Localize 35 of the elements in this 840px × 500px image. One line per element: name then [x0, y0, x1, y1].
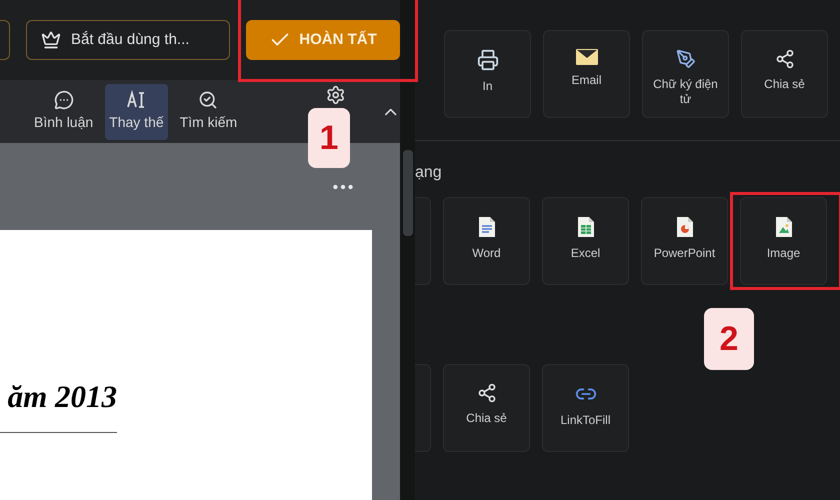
image-file-icon: [774, 216, 792, 238]
envelope-icon: [576, 49, 598, 65]
action-tile[interactable]: LinkToFill: [542, 364, 629, 452]
toolbar-button[interactable]: Bình luận: [30, 84, 98, 140]
button-edge: [0, 20, 10, 60]
action-tile[interactable]: Chia sẻ: [741, 30, 828, 118]
slides-file-icon: [676, 216, 694, 238]
spreadsheet-file-icon: [576, 216, 594, 238]
trial-button[interactable]: Bắt đầu dùng th...: [26, 20, 230, 60]
action-tile[interactable]: PowerPoint: [641, 197, 728, 285]
share-icon: [774, 49, 794, 69]
action-tile[interactable]: Word: [443, 197, 530, 285]
settings-icon[interactable]: [325, 84, 347, 104]
share-icon: [476, 383, 496, 403]
action-tile[interactable]: Chia sẻ: [443, 364, 530, 452]
pen-icon: [676, 49, 696, 69]
search-icon: [198, 90, 218, 110]
word-file-icon: [478, 216, 496, 238]
step-badge: 1: [308, 108, 350, 168]
scrollbar[interactable]: [400, 0, 415, 500]
crown-icon: [41, 30, 61, 50]
action-tile[interactable]: Email: [543, 30, 630, 118]
section-heading: ạng: [415, 163, 443, 183]
action-tile[interactable]: In: [444, 30, 531, 118]
step-badge: 2: [704, 308, 754, 370]
printer-icon: [476, 49, 498, 71]
toolbar-button[interactable]: Tìm kiếm: [176, 84, 242, 140]
action-tile[interactable]: Chữ ký điện tử: [642, 30, 729, 118]
scrollbar-thumb[interactable]: [402, 150, 412, 236]
toolbar-button[interactable]: Thay thế: [105, 84, 168, 140]
document-text: ăm 2013: [6, 380, 117, 414]
comment-icon: [54, 90, 74, 110]
action-tile[interactable]: Image: [740, 197, 827, 285]
text-cursor-icon: [126, 90, 146, 110]
action-tile[interactable]: Excel: [542, 197, 629, 285]
